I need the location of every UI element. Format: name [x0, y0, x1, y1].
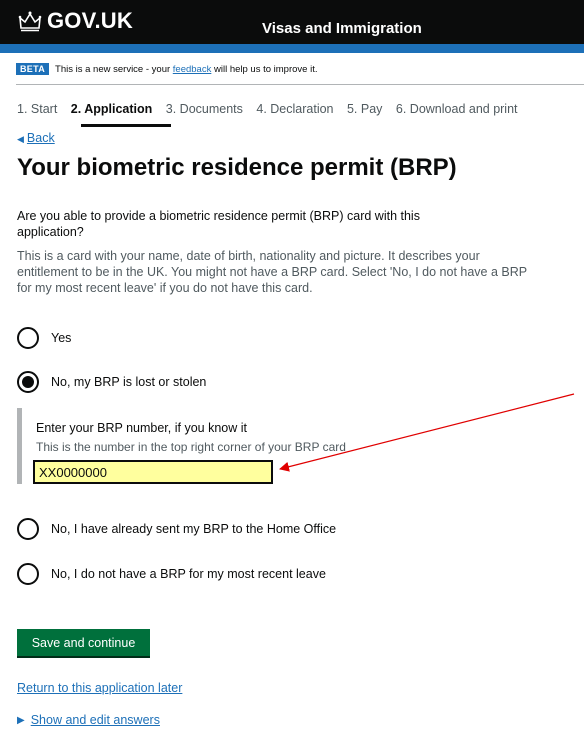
- question-text: Are you able to provide a biometric resi…: [17, 209, 420, 239]
- page-title: Your biometric residence permit (BRP): [17, 154, 457, 181]
- question-hint: This is a card with your name, date of b…: [17, 249, 527, 295]
- radio-yes[interactable]: Yes: [17, 327, 71, 349]
- brp-number-hint: This is the number in the top right corn…: [36, 440, 346, 454]
- phase-banner: BETA This is a new service - your feedba…: [16, 63, 317, 75]
- radio-selected-dot: [22, 376, 34, 388]
- feedback-link[interactable]: feedback: [173, 64, 212, 75]
- radio-label-no-brp[interactable]: No, I do not have a BRP for my most rece…: [51, 567, 326, 581]
- conditional-reveal-bar: [17, 408, 22, 484]
- brp-number-label: Enter your BRP number, if you know it: [36, 421, 247, 435]
- active-step-indicator: [81, 124, 171, 127]
- radio-circle[interactable]: [17, 563, 39, 585]
- step-download-and-print[interactable]: 6. Download and print: [396, 102, 518, 116]
- show-and-edit-answers-details[interactable]: ▶ Show and edit answers: [17, 713, 160, 727]
- phase-tag: BETA: [16, 63, 50, 75]
- phase-text-after: will help us to improve it.: [211, 63, 318, 75]
- radio-label-lost-or-stolen[interactable]: No, my BRP is lost or stolen: [51, 375, 206, 389]
- phase-text-before: This is a new service - your: [55, 63, 173, 75]
- step-documents[interactable]: 3. Documents: [166, 102, 243, 116]
- back-link-label: Back: [26, 131, 55, 145]
- step-navigation: 1. Start 2. Application 3. Documents 4. …: [17, 102, 528, 116]
- logo-text: GOV.UK: [47, 8, 133, 33]
- back-arrow-icon: ◀: [17, 134, 24, 144]
- disclosure-triangle-icon: ▶: [17, 714, 25, 726]
- service-name[interactable]: Visas and Immigration: [262, 20, 422, 37]
- save-and-continue-button[interactable]: Save and continue: [17, 629, 150, 658]
- govuk-logo[interactable]: GOV.UK: [18, 8, 133, 34]
- header-accent-bar: [0, 44, 584, 53]
- site-header: GOV.UK Visas and Immigration: [0, 0, 584, 44]
- step-pay[interactable]: 5. Pay: [347, 102, 382, 116]
- radio-label-sent-to-home-office[interactable]: No, I have already sent my BRP to the Ho…: [51, 522, 336, 536]
- radio-circle[interactable]: [17, 327, 39, 349]
- radio-no-brp[interactable]: No, I do not have a BRP for my most rece…: [17, 563, 326, 585]
- phase-divider: [16, 84, 584, 85]
- return-later-link[interactable]: Return to this application later: [17, 681, 182, 695]
- crown-icon: [18, 11, 42, 32]
- radio-label-yes[interactable]: Yes: [51, 331, 71, 345]
- back-link[interactable]: ◀ Back: [17, 131, 55, 145]
- step-declaration[interactable]: 4. Declaration: [256, 102, 333, 116]
- step-start[interactable]: 1. Start: [17, 102, 57, 116]
- annotation-arrow-line: [279, 393, 575, 472]
- brp-number-input[interactable]: [33, 460, 273, 484]
- details-summary-label[interactable]: Show and edit answers: [31, 713, 160, 727]
- radio-circle-selected[interactable]: [17, 371, 39, 393]
- radio-lost-or-stolen[interactable]: No, my BRP is lost or stolen: [17, 371, 206, 393]
- radio-circle[interactable]: [17, 518, 39, 540]
- step-application[interactable]: 2. Application: [71, 102, 153, 116]
- radio-sent-to-home-office[interactable]: No, I have already sent my BRP to the Ho…: [17, 518, 336, 540]
